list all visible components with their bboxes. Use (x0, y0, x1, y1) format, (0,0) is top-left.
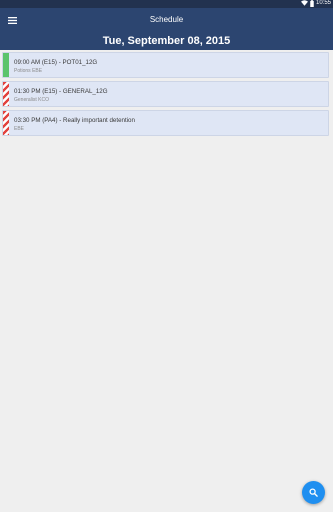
schedule-list: 09:00 AM (E15) - POT01_12G Potions EBE 0… (2, 52, 329, 139)
schedule-item-subtitle: EBE (14, 126, 25, 132)
page-title: Schedule (149, 15, 184, 24)
status-time: 10:55 (315, 0, 331, 6)
battery-icon (310, 0, 314, 7)
schedule-item-subtitle: Generalist KCO (14, 97, 50, 103)
app-bar: Schedule (0, 8, 333, 32)
status-marker (3, 53, 9, 77)
search-button[interactable] (302, 481, 325, 504)
wifi-icon (300, 0, 308, 6)
schedule-item-title: 01:30 PM (E15) - GENERAL_12G (14, 88, 108, 95)
status-marker (3, 111, 9, 135)
status-bar: 10:55 (0, 0, 333, 8)
search-icon (309, 488, 318, 497)
schedule-item[interactable]: 09:00 AM (E15) - POT01_12G Potions EBE (2, 52, 329, 78)
status-marker (3, 82, 9, 106)
schedule-item[interactable]: 03:30 PM (PA4) - Really important detent… (2, 110, 329, 136)
schedule-item-title: 09:00 AM (E15) - POT01_12G (14, 59, 98, 66)
schedule-item[interactable]: 01:30 PM (E15) - GENERAL_12G Generalist … (2, 81, 329, 107)
schedule-item-title: 03:30 PM (PA4) - Really important detent… (14, 117, 135, 124)
date-header: Tue, September 08, 2015 (0, 32, 333, 50)
schedule-item-subtitle: Potions EBE (14, 68, 43, 74)
status-icons: 10:55 (300, 0, 331, 8)
